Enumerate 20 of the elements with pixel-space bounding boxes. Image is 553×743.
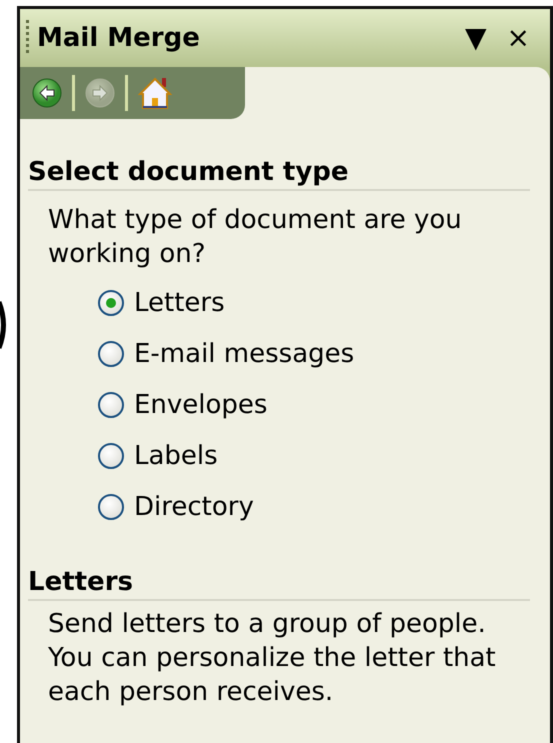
arc-mark — [0, 300, 8, 350]
radio-button[interactable] — [98, 290, 124, 316]
section-heading: Select document type — [28, 157, 530, 191]
description-text: What type of document are you working on? — [48, 204, 463, 271]
dropdown-button[interactable]: ▼ — [458, 24, 493, 52]
radio-button[interactable] — [98, 341, 124, 367]
radio-option[interactable]: Labels — [98, 434, 530, 478]
radio-option[interactable]: Envelopes — [98, 383, 530, 427]
house-icon[interactable] — [138, 76, 172, 110]
radio-option[interactable]: Letters — [98, 281, 530, 325]
section-heading: Letters — [28, 567, 530, 601]
radio-option[interactable]: Directory — [98, 485, 530, 529]
grip-icon[interactable] — [26, 20, 29, 56]
close-button[interactable]: × — [500, 24, 536, 52]
radio-button[interactable] — [98, 443, 124, 469]
radio-button[interactable] — [98, 392, 124, 418]
radio-option[interactable]: E-mail messages — [98, 332, 530, 376]
pane-title: Mail Merge — [37, 23, 201, 53]
radio-button[interactable] — [98, 494, 124, 520]
description-text: Send letters to a group of people. You can personalize the letter that each person receives. — [48, 608, 497, 709]
